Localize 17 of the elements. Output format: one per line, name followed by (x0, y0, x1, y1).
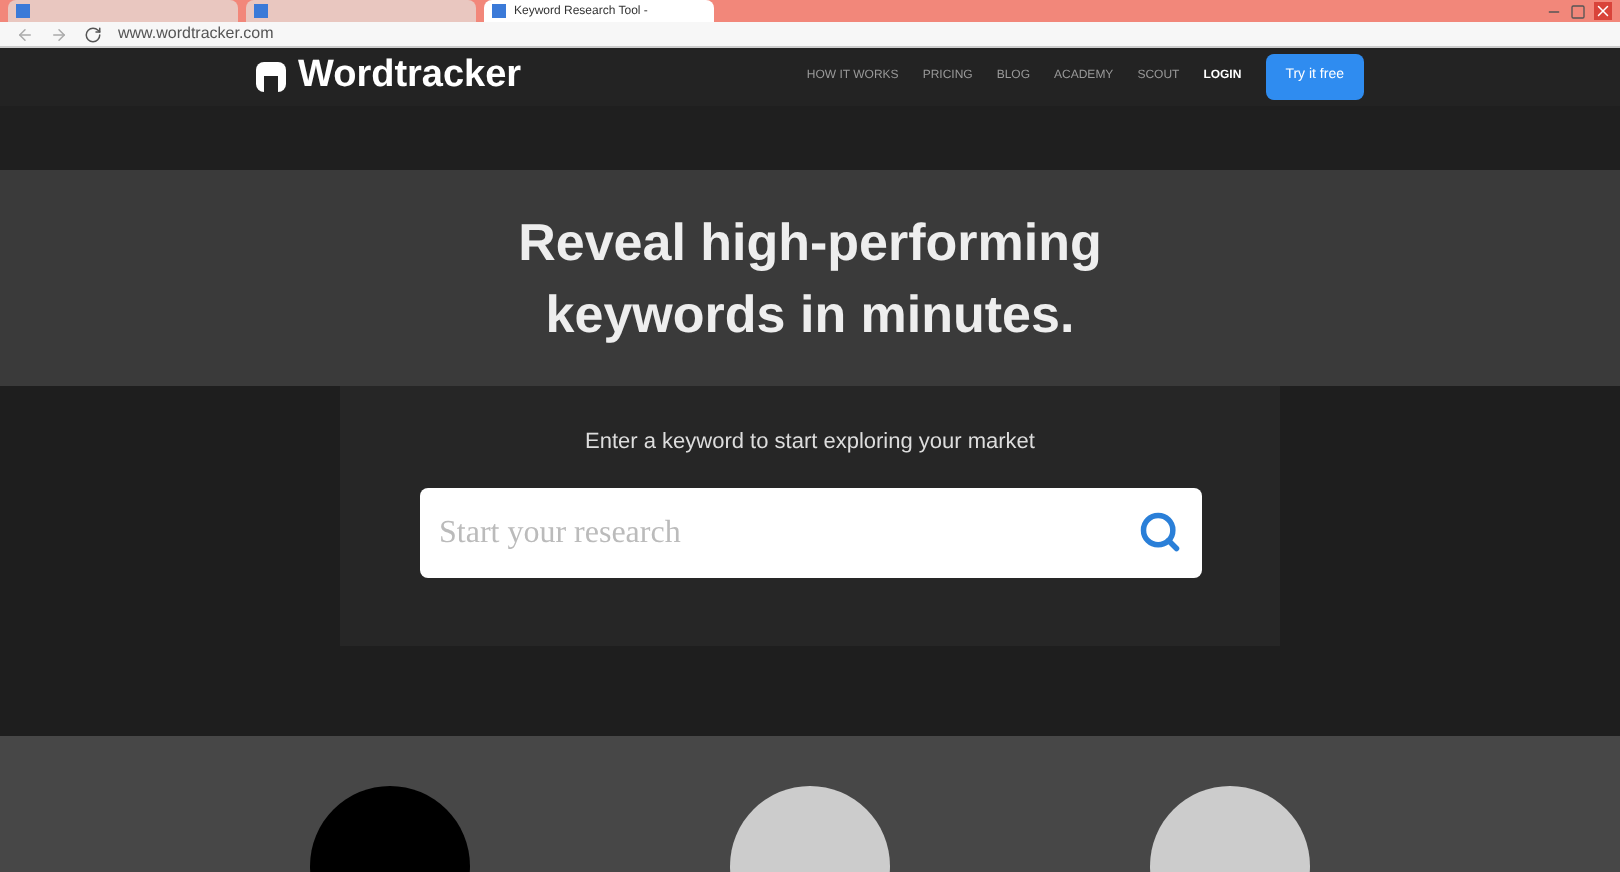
url-text[interactable]: www.wordtracker.com (118, 22, 274, 46)
headline-line: Reveal high-performing (518, 209, 1102, 275)
browser-tab[interactable] (246, 0, 476, 22)
search-field[interactable]: Start your research (419, 488, 1201, 578)
logo-icon (256, 61, 286, 92)
page-icon (492, 4, 506, 18)
search-prompt: Enter a keyword to start exploring your market (585, 427, 1035, 457)
headline-line: keywords in minutes. (545, 281, 1075, 347)
maximize-icon[interactable] (1570, 3, 1586, 19)
forward-icon[interactable] (50, 25, 68, 43)
search-icon[interactable] (1137, 510, 1181, 554)
page-icon (16, 4, 30, 18)
brand-name: Wordtracker (298, 52, 522, 100)
page-icon (254, 4, 268, 18)
back-icon[interactable] (16, 25, 34, 43)
close-icon[interactable] (1594, 2, 1612, 20)
reload-icon[interactable] (84, 25, 102, 43)
